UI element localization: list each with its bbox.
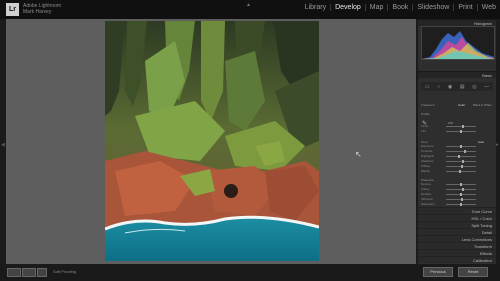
- slider-knob[interactable]: [460, 203, 462, 206]
- panel-effects[interactable]: Effects: [418, 249, 496, 256]
- slider-label: Dehaze: [421, 192, 432, 196]
- module-web[interactable]: Web: [476, 4, 500, 11]
- slider-knob[interactable]: [460, 165, 463, 168]
- collapsed-panels: Tone Curve HSL / Color Split Toning Detail L…: [418, 207, 496, 263]
- top-bar: Lr Adobe Lightroom Mark Harvey ▲ Library…: [0, 0, 500, 19]
- slider-clarity[interactable]: Clarity: [421, 187, 493, 192]
- slider-knob[interactable]: [460, 183, 462, 186]
- slider-shadows[interactable]: Shadows: [421, 159, 493, 164]
- slider-tint[interactable]: Tint: [421, 129, 493, 134]
- image-viewer[interactable]: ↖: [6, 19, 416, 264]
- treatment-color[interactable]: Color: [458, 103, 465, 107]
- photo-aerial-coastline: [105, 21, 319, 261]
- slider-track[interactable]: [446, 156, 476, 157]
- slider-knob[interactable]: [461, 198, 464, 201]
- slider-label: Blacks: [421, 169, 430, 173]
- panel-detail[interactable]: Detail: [418, 228, 496, 235]
- brush-icon[interactable]: —: [484, 84, 489, 90]
- histogram: [421, 26, 495, 60]
- panel-hsl-color[interactable]: HSL / Color: [418, 214, 496, 221]
- slider-knob[interactable]: [460, 130, 462, 133]
- slider-temp[interactable]: Temp: [421, 124, 493, 129]
- slider-label: Tint: [421, 129, 426, 133]
- slider-label: Shadows: [421, 159, 434, 163]
- slider-label: Highlights: [421, 154, 435, 158]
- treatment-bw[interactable]: Black & White: [473, 103, 492, 107]
- slider-texture[interactable]: Texture: [421, 182, 493, 187]
- slider-label: Clarity: [421, 187, 430, 191]
- slider-knob[interactable]: [463, 150, 466, 153]
- slider-label: Exposure: [421, 144, 434, 148]
- develop-right-panel: Histogram Basic ▭ ○ ◉ ▤ ◎ — Treatment Co…: [418, 19, 496, 264]
- slider-track[interactable]: [446, 161, 476, 162]
- spot-removal-icon[interactable]: ○: [437, 84, 440, 90]
- module-map[interactable]: Map: [364, 4, 388, 11]
- slider-whites[interactable]: Whites: [421, 164, 493, 169]
- graduated-filter-icon[interactable]: ▤: [460, 84, 465, 90]
- before-after-swap-icon[interactable]: [37, 268, 47, 277]
- soft-proofing-label[interactable]: Soft Proofing: [53, 269, 76, 274]
- panel-transform[interactable]: Transform: [418, 242, 496, 249]
- panel-lens-corrections[interactable]: Lens Corrections: [418, 235, 496, 242]
- module-print[interactable]: Print: [453, 4, 476, 11]
- module-library[interactable]: Library: [301, 4, 330, 11]
- slider-label: Vibrance: [421, 197, 433, 201]
- histogram-header[interactable]: Histogram: [418, 19, 496, 26]
- slider-knob[interactable]: [457, 155, 460, 158]
- presence-label: Presence: [421, 178, 434, 182]
- slider-label: Temp: [421, 124, 429, 128]
- slider-label: Texture: [421, 182, 431, 186]
- module-develop[interactable]: Develop: [330, 4, 365, 11]
- lr-logo-icon: Lr: [6, 3, 19, 16]
- identity-plate: Adobe Lightroom Mark Harvey: [23, 3, 61, 15]
- previous-button[interactable]: Previous: [423, 267, 453, 277]
- slider-knob[interactable]: [459, 170, 462, 173]
- slider-blacks[interactable]: Blacks: [421, 169, 493, 174]
- before-after-icon[interactable]: [22, 268, 36, 277]
- basic-header[interactable]: Basic: [418, 71, 496, 78]
- left-panel-toggle-icon[interactable]: ◀: [1, 142, 5, 148]
- panel-tone-curve[interactable]: Tone Curve: [418, 207, 496, 214]
- slider-label: Whites: [421, 164, 431, 168]
- slider-knob[interactable]: [460, 193, 462, 196]
- module-slideshow[interactable]: Slideshow: [412, 4, 453, 11]
- crop-tool-icon[interactable]: ▭: [425, 84, 430, 90]
- tool-strip: ▭ ○ ◉ ▤ ◎ —: [421, 82, 493, 91]
- slider-knob[interactable]: [461, 125, 464, 128]
- auto-tone-button[interactable]: Auto: [478, 140, 484, 144]
- top-panel-toggle-icon[interactable]: ▲: [246, 2, 251, 8]
- slider-label: Saturation: [421, 202, 435, 206]
- loupe-view-icon[interactable]: [7, 268, 21, 277]
- slider-track[interactable]: [446, 151, 476, 152]
- red-eye-icon[interactable]: ◉: [448, 84, 452, 90]
- slider-label: Contrast: [421, 149, 433, 153]
- cursor-icon: ↖: [355, 150, 362, 159]
- profile-label: Profile: [421, 112, 430, 116]
- reset-button[interactable]: Reset: [458, 267, 488, 277]
- slider-knob[interactable]: [461, 188, 464, 191]
- module-book[interactable]: Book: [387, 4, 412, 11]
- tone-label: Tone: [421, 140, 428, 144]
- module-picker: Library Develop Map Book Slideshow Print…: [301, 4, 500, 11]
- panel-split-toning[interactable]: Split Toning: [418, 221, 496, 228]
- identity-line-2: Mark Harvey: [23, 9, 52, 15]
- radial-filter-icon[interactable]: ◎: [472, 84, 476, 90]
- treatment-label: Treatment: [421, 103, 435, 107]
- panel-calibration[interactable]: Calibration: [418, 256, 496, 263]
- slider-knob[interactable]: [460, 145, 462, 148]
- slider-knob[interactable]: [462, 160, 465, 163]
- bottom-toolbar: Soft Proofing Previous Reset: [0, 264, 500, 281]
